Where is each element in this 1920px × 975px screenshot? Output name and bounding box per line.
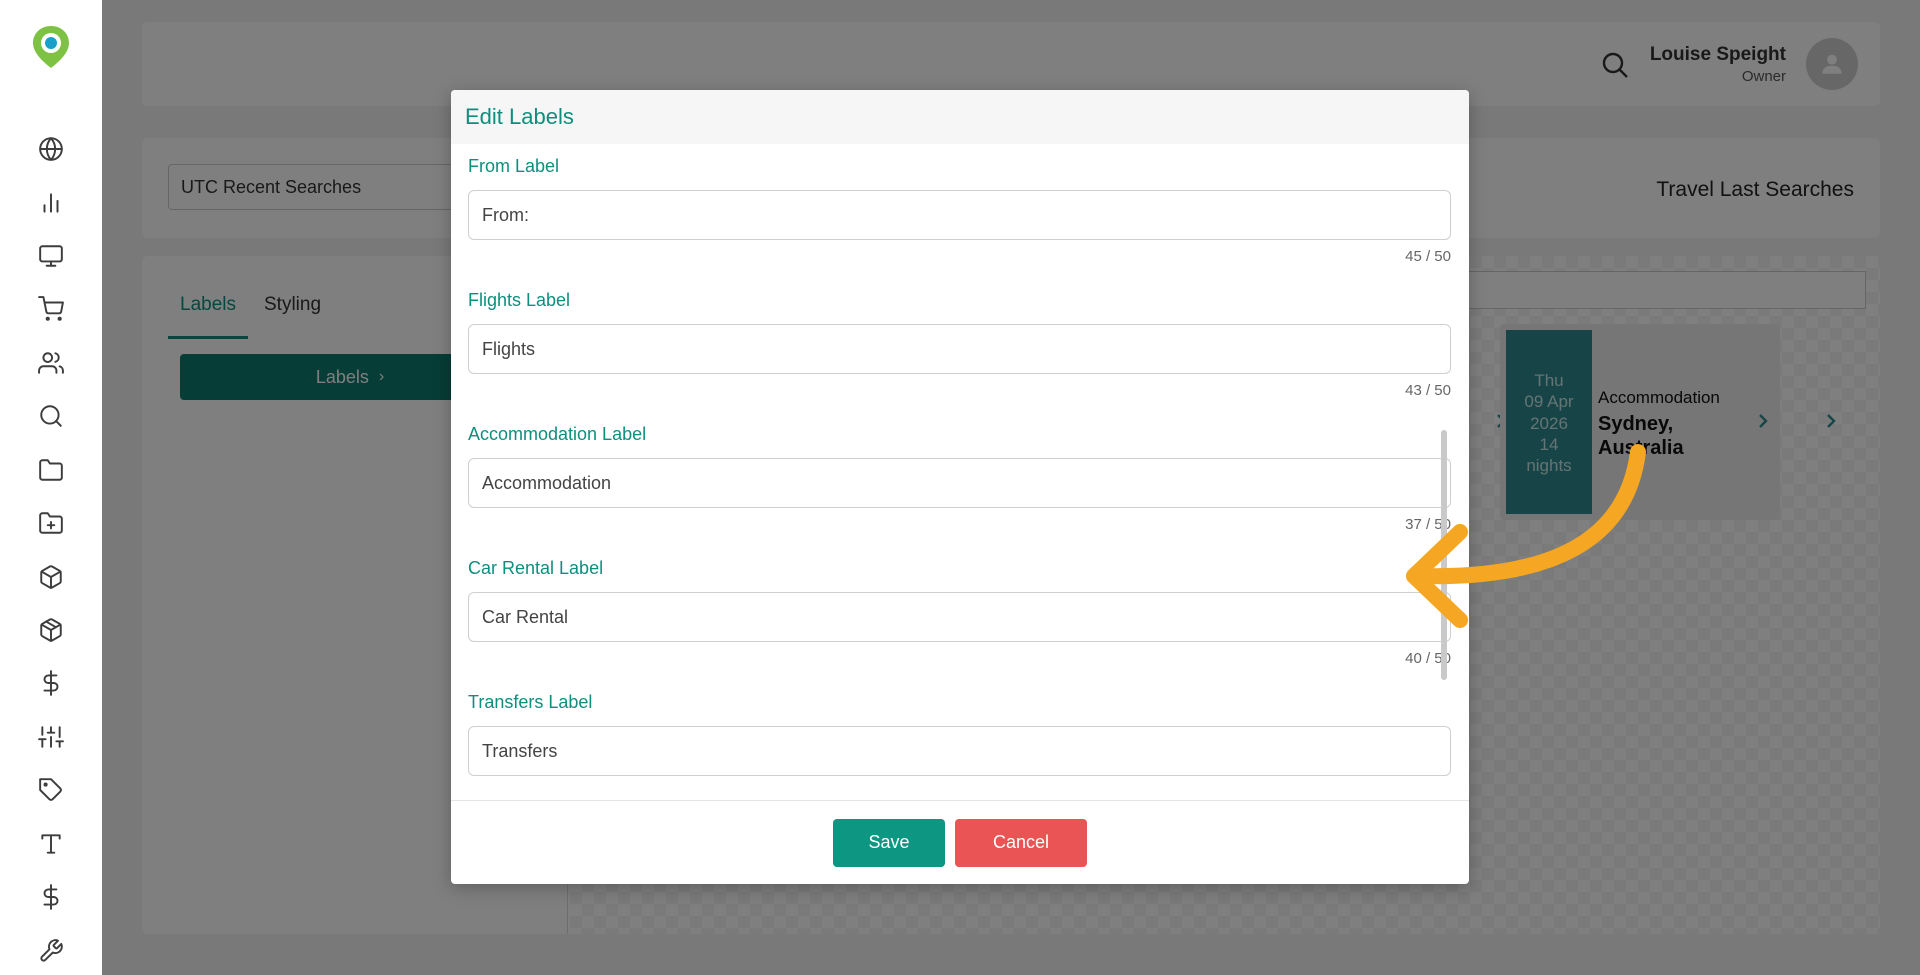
char-counter: 45 / 50 bbox=[1405, 248, 1451, 265]
sliders-icon[interactable] bbox=[36, 722, 66, 752]
logo-icon[interactable] bbox=[30, 24, 72, 70]
field-label: Car Rental Label bbox=[468, 558, 604, 578]
bar-chart-icon[interactable] bbox=[36, 188, 66, 218]
save-button[interactable]: Save bbox=[833, 818, 945, 867]
annotation-arrow-icon bbox=[1406, 444, 1646, 628]
char-counter: 37 / 50 bbox=[1405, 516, 1451, 533]
wrench-icon[interactable] bbox=[36, 936, 66, 966]
field-from: From Label From: 45 / 50 bbox=[468, 156, 1451, 265]
sidebar bbox=[0, 0, 102, 975]
cancel-button[interactable]: Cancel bbox=[955, 818, 1087, 867]
folder-plus-icon[interactable] bbox=[36, 508, 66, 538]
field-car-rental: Car Rental Label Car Rental 40 / 50 bbox=[468, 558, 1451, 667]
modal-footer: Save Cancel bbox=[451, 800, 1469, 884]
dollar-icon[interactable] bbox=[36, 668, 66, 698]
users-icon[interactable] bbox=[36, 348, 66, 378]
tag-icon[interactable] bbox=[36, 775, 66, 805]
field-label: Transfers Label bbox=[468, 692, 593, 712]
from-label-input[interactable]: From: bbox=[468, 190, 1451, 240]
field-label: Flights Label bbox=[468, 290, 571, 310]
accommodation-label-input[interactable]: Accommodation bbox=[468, 458, 1451, 508]
field-flights: Flights Label Flights 43 / 50 bbox=[468, 290, 1451, 399]
monitor-icon[interactable] bbox=[36, 241, 66, 271]
field-label: Accommodation Label bbox=[468, 424, 647, 444]
char-counter: 43 / 50 bbox=[1405, 382, 1451, 399]
folder-icon[interactable] bbox=[36, 455, 66, 485]
search-icon[interactable] bbox=[36, 401, 66, 431]
globe-icon[interactable] bbox=[36, 134, 66, 164]
type-icon[interactable] bbox=[36, 829, 66, 859]
package-icon[interactable] bbox=[36, 615, 66, 645]
field-label: From Label bbox=[468, 156, 560, 176]
modal-body: From Label From: 45 / 50 Flights Label F… bbox=[451, 144, 1469, 800]
dollar-icon[interactable] bbox=[36, 882, 66, 912]
edit-labels-modal: Edit Labels From Label From: 45 / 50 Fli… bbox=[451, 90, 1469, 884]
box-icon[interactable] bbox=[36, 562, 66, 592]
cart-icon[interactable] bbox=[36, 294, 66, 324]
char-counter: 40 / 50 bbox=[1405, 650, 1451, 667]
car-rental-label-input[interactable]: Car Rental bbox=[468, 592, 1451, 642]
flights-label-input[interactable]: Flights bbox=[468, 324, 1451, 374]
modal-header: Edit Labels bbox=[451, 90, 1469, 144]
transfers-label-input[interactable]: Transfers bbox=[468, 726, 1451, 776]
field-accommodation: Accommodation Label Accommodation 37 / 5… bbox=[468, 424, 1451, 533]
field-transfers: Transfers Label Transfers bbox=[468, 692, 1451, 776]
modal-title: Edit Labels bbox=[465, 104, 574, 129]
